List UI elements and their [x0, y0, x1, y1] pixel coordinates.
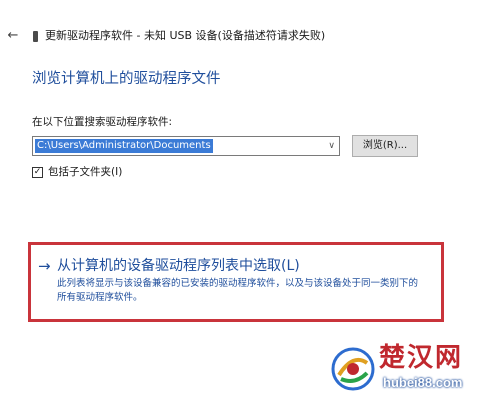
window-title: 更新驱动程序软件 - 未知 USB 设备(设备描述符请求失败): [45, 29, 326, 42]
include-subfolders-checkbox[interactable]: ✓: [32, 167, 43, 178]
pick-description-line2: 所有驱动程序软件。: [57, 292, 143, 303]
watermark-brand: 楚汉网: [379, 343, 464, 373]
watermark-url: hubei88.com: [383, 375, 463, 390]
title-bar: ← 更新驱动程序软件 - 未知 USB 设备(设备描述符请求失败): [0, 0, 500, 72]
include-subfolders-label[interactable]: 包括子文件夹(I): [48, 166, 122, 179]
search-path-combobox[interactable]: C:\Users\Administrator\Documents ∨: [32, 136, 340, 156]
browse-button[interactable]: 浏览(R)...: [352, 135, 418, 157]
arrow-left-icon[interactable]: ←: [6, 29, 20, 43]
chevron-down-icon[interactable]: ∨: [328, 139, 335, 153]
search-location-label: 在以下位置搜索驱动程序软件:: [32, 116, 173, 128]
usb-device-icon: [33, 31, 38, 42]
watermark: 楚汉网 hubei88.com: [329, 343, 494, 395]
arrow-right-icon[interactable]: →: [38, 257, 51, 275]
pick-description-line1: 此列表将显示与该设备兼容的已安装的驱动程序软件，以及与该设备处于同一类别下的: [57, 278, 419, 289]
watermark-logo-icon: [331, 347, 375, 391]
page-heading: 浏览计算机上的驱动程序文件: [32, 71, 221, 87]
search-path-value[interactable]: C:\Users\Administrator\Documents: [35, 139, 213, 153]
pick-from-list-link[interactable]: 从计算机的设备驱动程序列表中选取(L): [57, 257, 300, 275]
